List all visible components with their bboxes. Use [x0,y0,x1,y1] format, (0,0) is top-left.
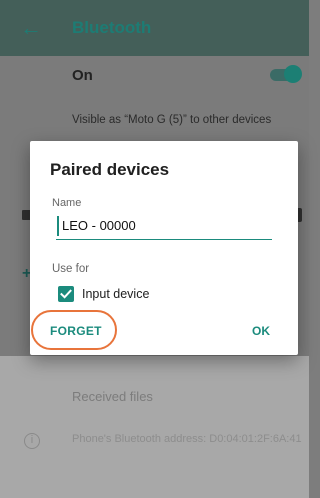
paired-devices-dialog: Paired devices Name Use for Input device… [30,141,298,355]
check-icon [60,289,72,299]
visibility-text: Visible as “Moto G (5)” to other devices [72,114,272,126]
input-device-checkbox[interactable] [58,286,74,302]
input-device-label: Input device [82,287,150,301]
device-name-input[interactable] [56,214,272,240]
forget-button[interactable]: FORGET [50,324,102,338]
bluetooth-toggle[interactable] [270,64,302,84]
dialog-title: Paired devices [50,160,170,179]
info-icon: i [24,433,40,449]
ok-button[interactable]: OK [252,324,270,338]
text-cursor [57,216,59,236]
bluetooth-on-label: On [72,67,93,84]
app-bar: ← Bluetooth [0,0,309,56]
settings-lower-section [0,356,309,498]
toggle-thumb [284,65,302,83]
name-label: Name [52,197,82,209]
bluetooth-address-text: Phone's Bluetooth address: D0:04:01:2F:6… [72,433,302,445]
use-for-label: Use for [52,263,90,275]
arrow-back-icon[interactable]: ← [20,17,42,39]
page-title: Bluetooth [72,18,152,37]
received-files-item[interactable]: Received files [72,389,153,404]
